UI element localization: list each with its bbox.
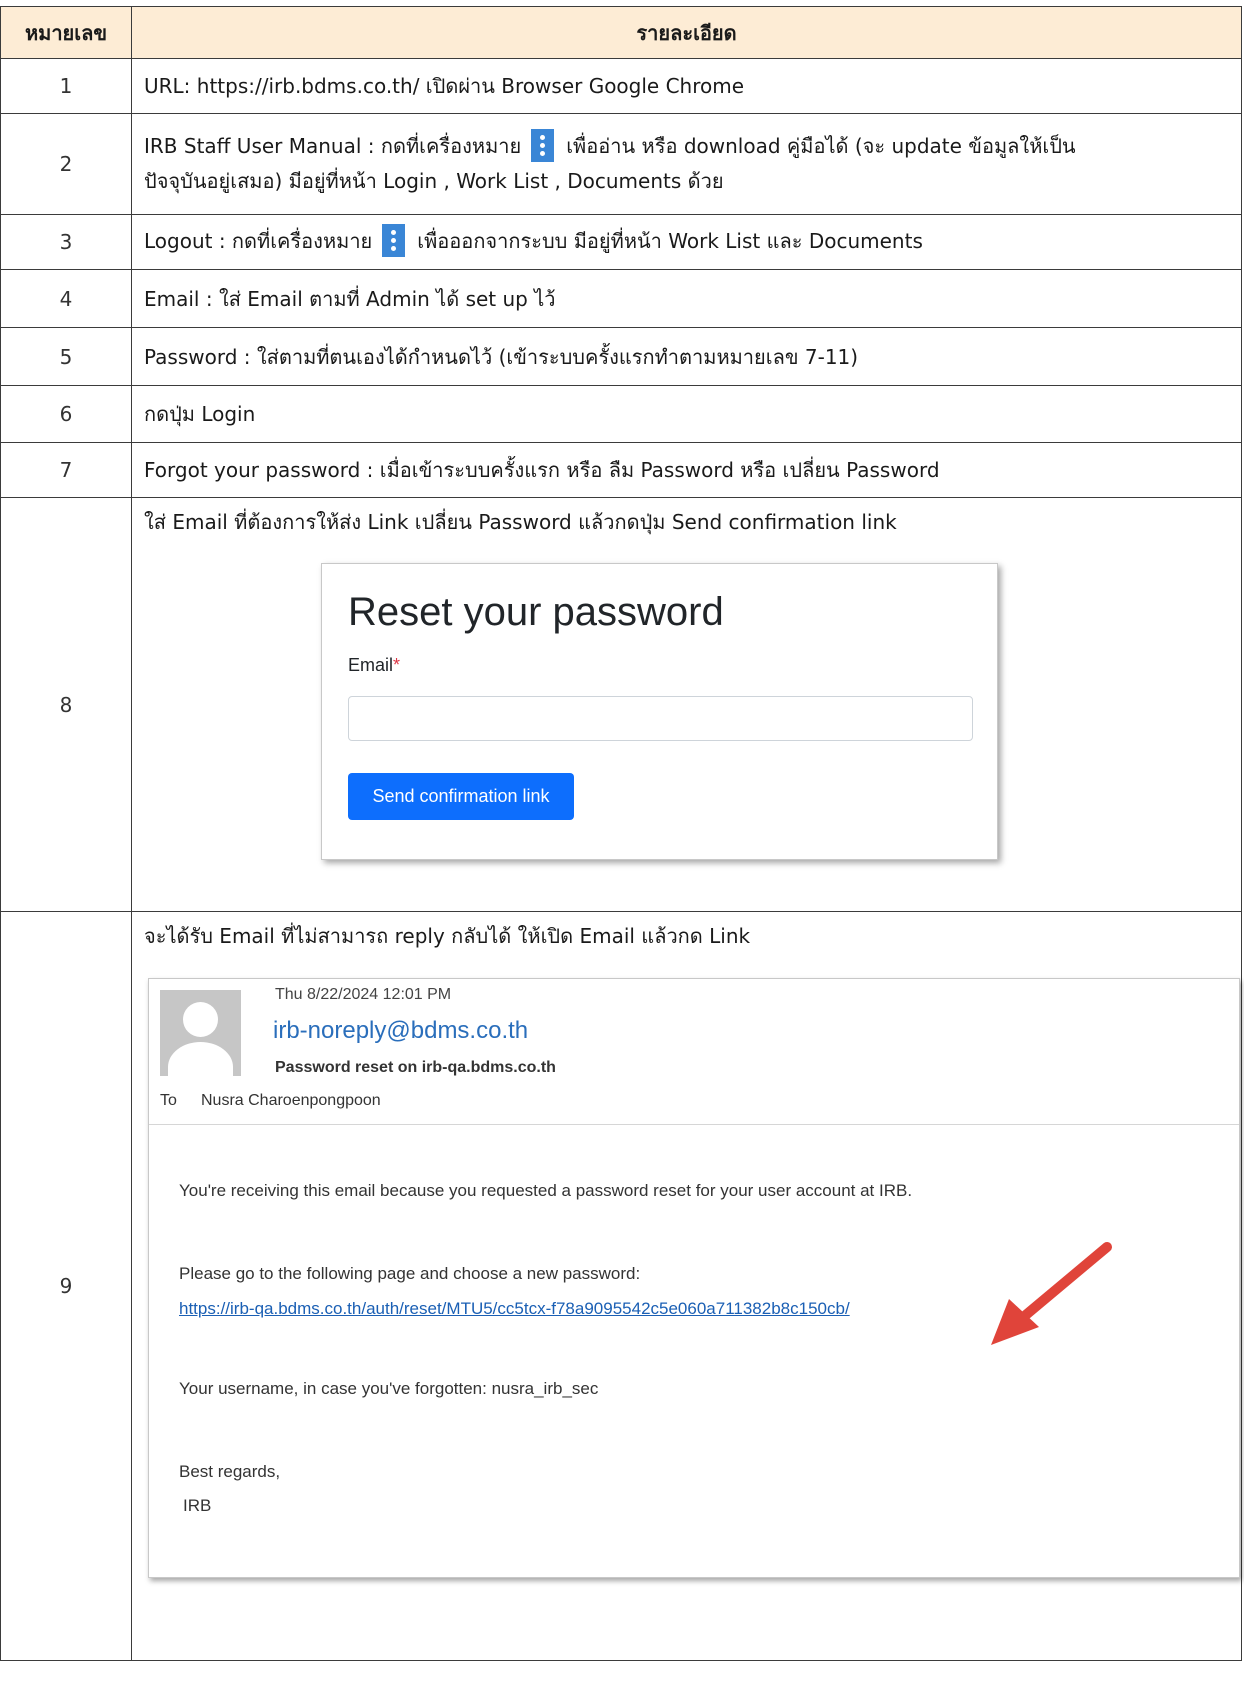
row-description: ใส่ Email ที่ต้องการให้ส่ง Link เปลี่ยน … <box>131 497 1242 912</box>
table-row: 1 URL: https://irb.bdms.co.th/ เปิดผ่าน … <box>0 58 1242 114</box>
row-text-before-icon: IRB Staff User Manual : กดที่เครื่องหมาย <box>144 134 522 158</box>
row-description: Password : ใส่ตามที่ตนเองได้กำหนดไว้ (เข… <box>131 327 1242 386</box>
kebab-menu-icon <box>531 129 555 162</box>
row-description: จะได้รับ Email ที่ไม่สามารถ reply กลับได… <box>131 911 1242 1661</box>
email-body-line: Your username, in case you've forgotten:… <box>179 1379 599 1398</box>
email-date: Thu 8/22/2024 12:01 PM <box>275 986 452 1003</box>
row-number: 6 <box>0 385 132 443</box>
email-body-line: You're receiving this email because you … <box>179 1181 913 1200</box>
email-label: Email* <box>348 655 401 675</box>
table-header-row: หมายเลข รายละเอียด <box>0 6 1242 59</box>
header-number: หมายเลข <box>0 6 132 59</box>
row-text-after-icon: เพื่อออกจากระบบ มีอยู่ที่หน้า Work List … <box>417 229 923 253</box>
row-number: 5 <box>0 327 132 386</box>
row-number: 1 <box>0 58 132 114</box>
kebab-menu-icon <box>382 224 406 257</box>
table-row: 7 Forgot your password : เมื่อเข้าระบบคร… <box>0 442 1242 498</box>
reset-password-card: Reset your password Email* Send confirma… <box>321 563 998 860</box>
required-mark: * <box>393 655 401 675</box>
email-closing: Best regards, <box>179 1462 281 1481</box>
row-number: 7 <box>0 442 132 498</box>
row-description: กดปุ่ม Login <box>131 385 1242 443</box>
table-row: 4 Email : ใส่ Email ตามที่ Admin ได้ set… <box>0 269 1242 328</box>
table-row: 5 Password : ใส่ตามที่ตนเองได้กำหนดไว้ (… <box>0 327 1242 386</box>
email-input[interactable] <box>348 696 973 741</box>
table-row: 9 จะได้รับ Email ที่ไม่สามารถ reply กลับ… <box>0 911 1242 1661</box>
email-screenshot: Thu 8/22/2024 12:01 PM irb-noreply@bdms.… <box>148 978 1240 1578</box>
row-text: ใส่ Email ที่ต้องการให้ส่ง Link เปลี่ยน … <box>144 510 897 534</box>
email-recipient: Nusra Charoenpongpoon <box>201 1092 381 1109</box>
email-signature: IRB <box>183 1496 212 1515</box>
reset-title: Reset your password <box>348 590 724 634</box>
manual-table: หมายเลข รายละเอียด 1 URL: https://irb.bd… <box>0 6 1242 1661</box>
row-number: 4 <box>0 269 132 328</box>
avatar <box>160 990 241 1076</box>
send-confirmation-link-button[interactable]: Send confirmation link <box>348 773 574 820</box>
row-description: URL: https://irb.bdms.co.th/ เปิดผ่าน Br… <box>131 58 1242 114</box>
row-description: Logout : กดที่เครื่องหมาย เพื่อออกจากระบบ… <box>131 214 1242 270</box>
row-number: 2 <box>0 113 132 215</box>
table-row: 3 Logout : กดที่เครื่องหมาย เพื่อออกจากระ… <box>0 214 1242 270</box>
row-description: Forgot your password : เมื่อเข้าระบบครั้… <box>131 442 1242 498</box>
red-arrow-icon <box>991 1242 1112 1345</box>
row-description: IRB Staff User Manual : กดที่เครื่องหมาย… <box>131 113 1242 215</box>
row-text-line2: ปัจจุบันอยู่เสมอ) มีอยู่ที่หน้า Login , … <box>144 169 724 193</box>
email-sender[interactable]: irb-noreply@bdms.co.th <box>273 1017 528 1046</box>
row-number: 9 <box>0 911 132 1661</box>
table-row: 8 ใส่ Email ที่ต้องการให้ส่ง Link เปลี่ย… <box>0 497 1242 912</box>
row-number: 3 <box>0 214 132 270</box>
row-text: จะได้รับ Email ที่ไม่สามารถ reply กลับได… <box>144 924 751 948</box>
email-to-label: To <box>160 1092 177 1109</box>
email-body-line: Please go to the following page and choo… <box>179 1264 641 1283</box>
header-description: รายละเอียด <box>131 6 1242 59</box>
divider <box>149 1124 1239 1125</box>
row-text-after-icon: เพื่ออ่าน หรือ download คู่มือได้ (จะ up… <box>566 134 1076 158</box>
reset-link[interactable]: https://irb-qa.bdms.co.th/auth/reset/MTU… <box>179 1299 850 1319</box>
row-number: 8 <box>0 497 132 912</box>
row-text-before-icon: Logout : กดที่เครื่องหมาย <box>144 229 373 253</box>
row-description: Email : ใส่ Email ตามที่ Admin ได้ set u… <box>131 269 1242 328</box>
table-row: 2 IRB Staff User Manual : กดที่เครื่องหม… <box>0 113 1242 215</box>
email-subject: Password reset on irb-qa.bdms.co.th <box>275 1059 556 1076</box>
table-row: 6 กดปุ่ม Login <box>0 385 1242 443</box>
